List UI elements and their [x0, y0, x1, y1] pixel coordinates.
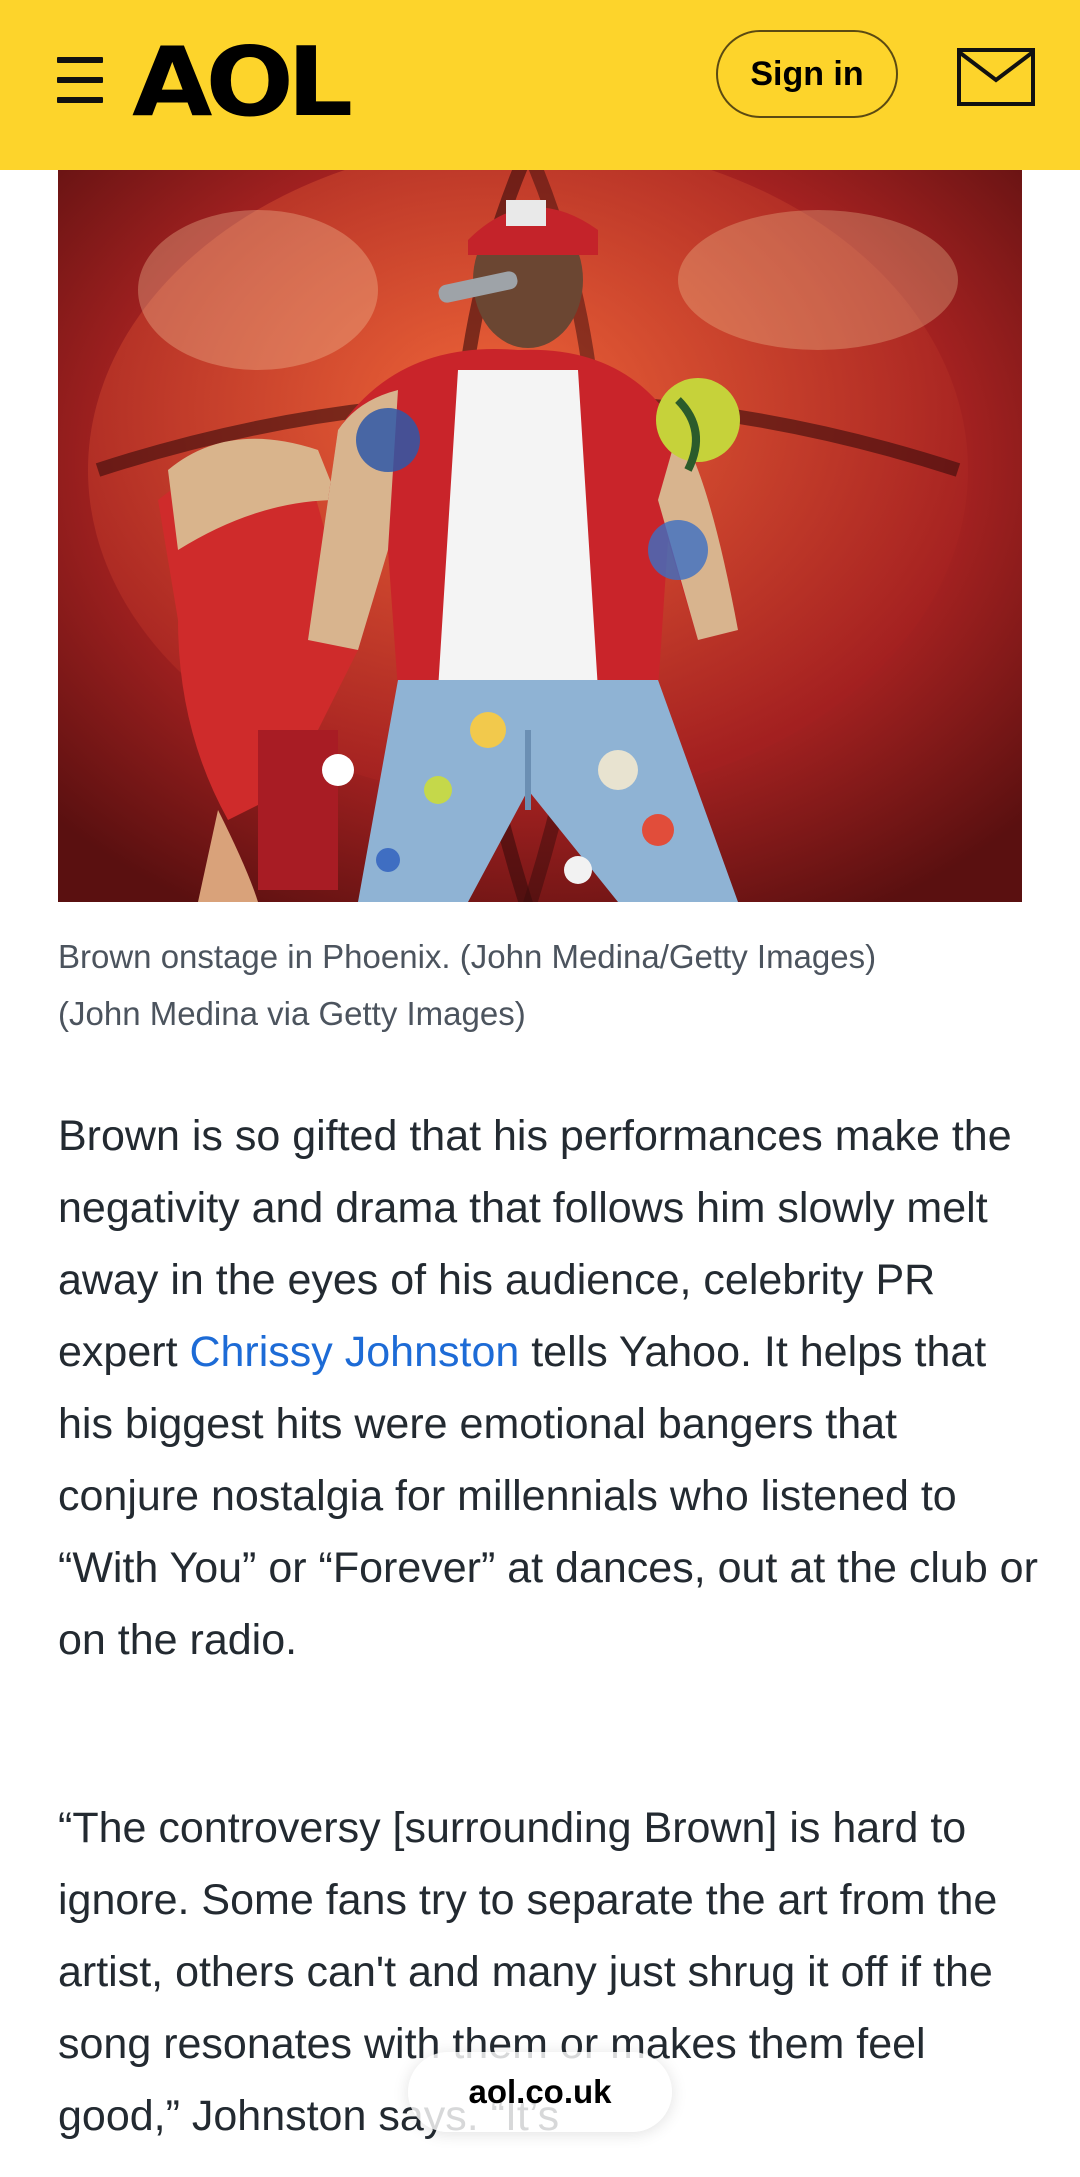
- site-header: AOL Sign in: [0, 0, 1080, 170]
- caption-line-2: (John Medina via Getty Images): [58, 995, 526, 1032]
- browser-url-pill[interactable]: aol.co.uk: [408, 2052, 672, 2132]
- aol-logo[interactable]: AOL: [132, 34, 353, 130]
- hamburger-menu-icon[interactable]: [57, 57, 105, 103]
- article-hero-image: [58, 170, 1022, 902]
- image-caption: Brown onstage in Phoenix. (John Medina/G…: [58, 928, 1038, 1042]
- sign-in-button[interactable]: Sign in: [716, 30, 898, 118]
- caption-line-1: Brown onstage in Phoenix. (John Medina/G…: [58, 938, 877, 975]
- concert-photo: [58, 170, 1022, 902]
- article-paragraph-1: Brown is so gifted that his performances…: [58, 1100, 1038, 1676]
- paragraph-1-text-end: tells Yahoo. It helps that his biggest h…: [58, 1328, 1038, 1664]
- mail-envelope-icon[interactable]: [957, 48, 1035, 106]
- chrissy-johnston-link[interactable]: Chrissy Johnston: [189, 1328, 519, 1376]
